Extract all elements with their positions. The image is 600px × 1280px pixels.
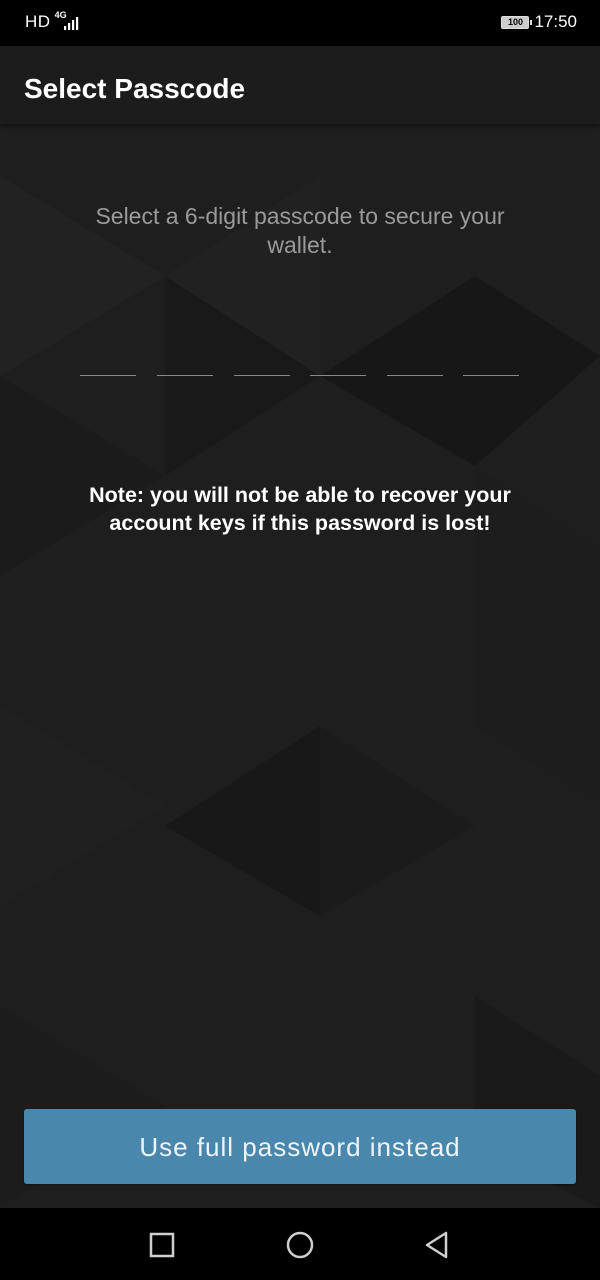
status-bar: HD 4G 100 17:50 [0, 0, 600, 46]
back-icon[interactable] [420, 1228, 454, 1262]
status-left: HD 4G [25, 10, 80, 33]
status-right: 100 17:50 [501, 11, 577, 33]
battery-level: 100 [502, 16, 529, 28]
passcode-digit-1[interactable] [80, 350, 136, 376]
recovery-warning-note: Note: you will not be able to recover yo… [89, 483, 511, 535]
home-icon[interactable] [283, 1228, 317, 1262]
passcode-digit-4[interactable] [310, 350, 366, 376]
system-nav-bar [0, 1208, 600, 1280]
passcode-digit-3[interactable] [234, 350, 290, 376]
recent-apps-icon[interactable] [145, 1228, 179, 1262]
passcode-instruction: Select a 6-digit passcode to secure your… [95, 203, 505, 258]
app-bar: Select Passcode [0, 46, 600, 124]
battery-icon: 100 [501, 15, 533, 29]
passcode-digit-5[interactable] [387, 350, 443, 376]
passcode-screen: HD 4G 100 17:50 Select Passcode Select a… [0, 0, 600, 1280]
hd-indicator: HD [25, 12, 51, 31]
clock: 17:50 [534, 12, 577, 31]
passcode-digit-2[interactable] [157, 350, 213, 376]
passcode-digit-6[interactable] [463, 350, 519, 376]
use-full-password-button[interactable]: Use full password instead [24, 1109, 576, 1184]
page-title: Select Passcode [24, 73, 246, 104]
passcode-digits[interactable] [80, 350, 520, 378]
signal-icon [63, 17, 78, 30]
